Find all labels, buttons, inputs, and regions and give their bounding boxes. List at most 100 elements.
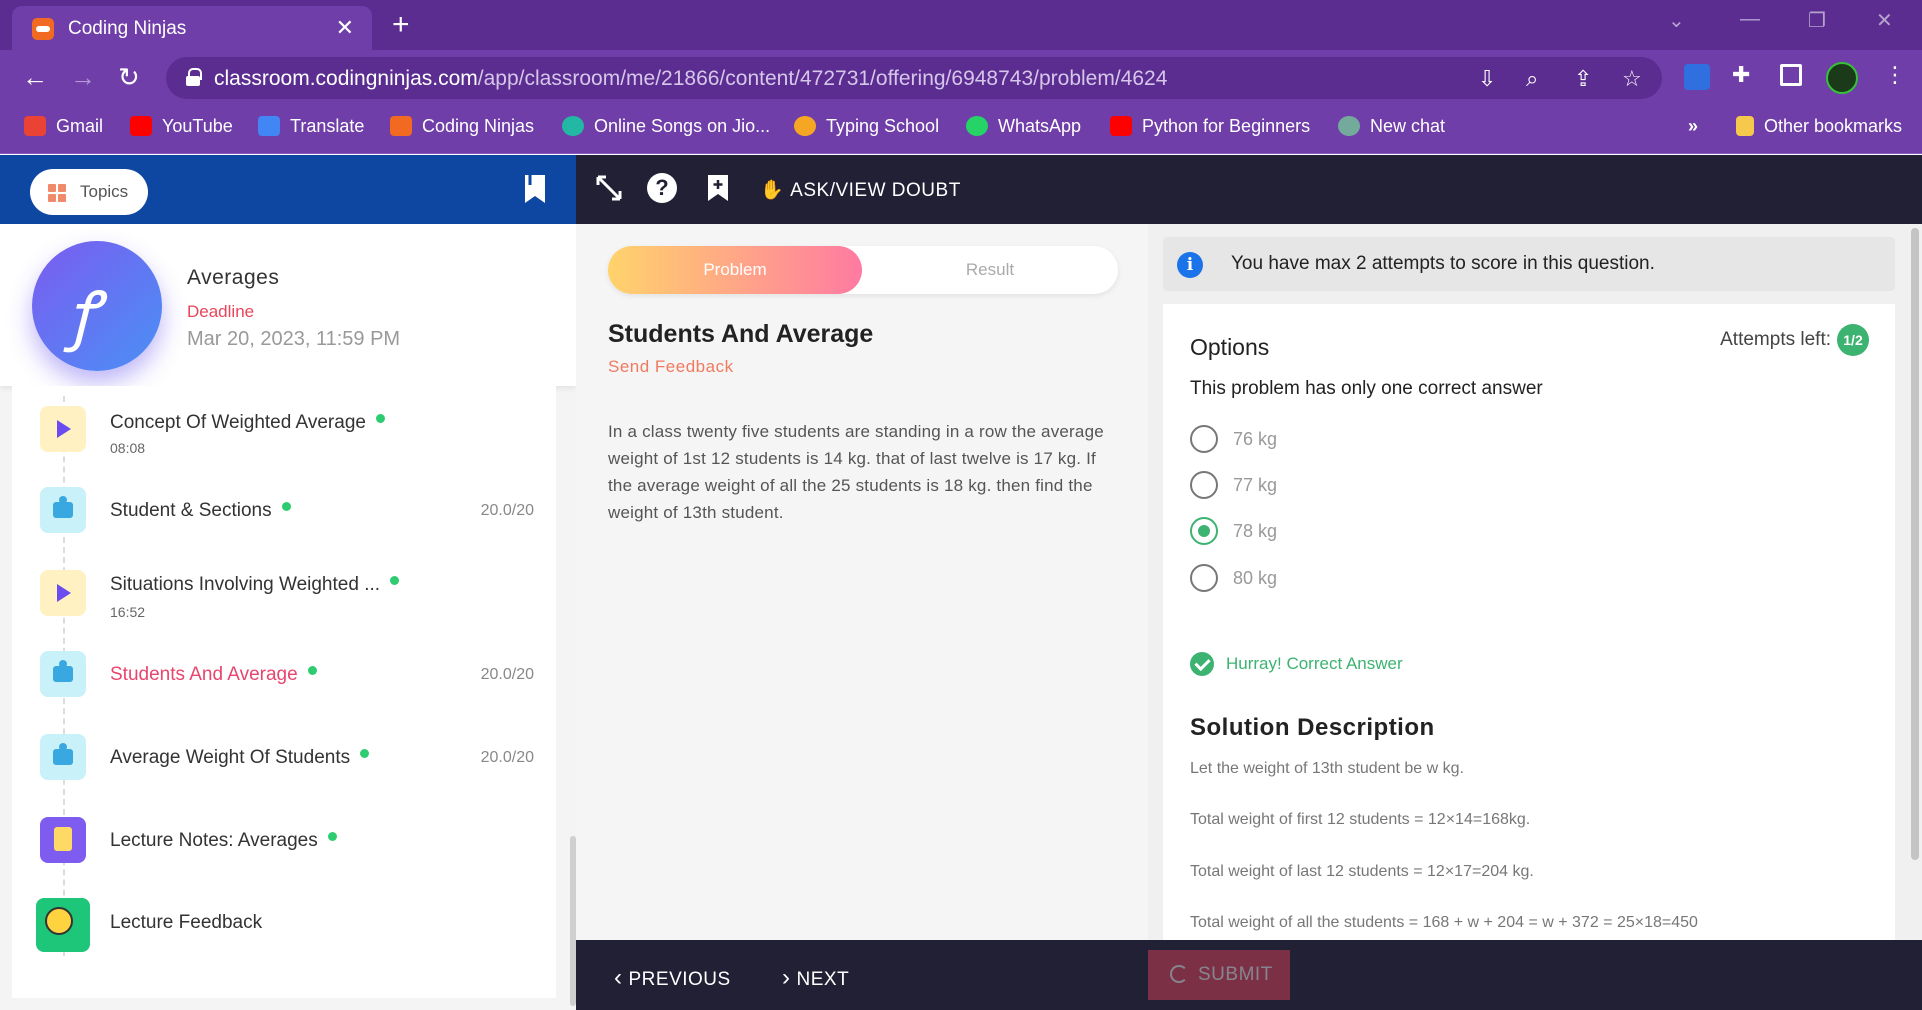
puzzle-icon (40, 734, 86, 780)
extensions-puzzle-icon[interactable]: ✚ (1732, 62, 1750, 88)
send-feedback-link[interactable]: Send Feedback (608, 357, 734, 377)
options-note: This problem has only one correct answer (1190, 378, 1543, 399)
zoom-icon[interactable]: ⌕ (1526, 66, 1538, 92)
extension-icon[interactable] (1684, 64, 1710, 90)
bookmark-translate[interactable]: Translate (258, 116, 364, 137)
bookmark-whatsapp[interactable]: WhatsApp (966, 116, 1081, 137)
score: 20.0/20 (480, 749, 534, 766)
topics-label: Topics (80, 182, 129, 201)
bookmark-star-icon[interactable]: ☆ (1622, 66, 1642, 92)
browser-tab[interactable]: Coding Ninjas ✕ (12, 6, 372, 50)
bookmark-icon[interactable] (522, 173, 548, 205)
attempts-label: Attempts left: (1720, 329, 1831, 350)
help-icon[interactable]: ? (647, 173, 677, 203)
tab-result[interactable]: Result (862, 246, 1118, 294)
answer-panel: i You have max 2 attempts to score in th… (1148, 224, 1908, 940)
topics-button[interactable]: Topics (30, 169, 148, 215)
radio-button[interactable] (1190, 425, 1218, 453)
other-bookmarks[interactable]: Other bookmarks (1736, 116, 1902, 137)
tab-title: Coding Ninjas (68, 18, 187, 39)
list-item-lecture-feedback[interactable]: Lecture Feedback (12, 888, 556, 958)
list-item-concept-of-weighted-average[interactable]: Concept Of Weighted Average 08:08 (12, 396, 556, 466)
back-icon[interactable]: ← (22, 62, 48, 93)
topics-grid-icon (48, 184, 66, 202)
new-tab-icon[interactable]: + (392, 8, 410, 42)
course-card: ꝭ Averages Deadline Mar 20, 2023, 11:59 … (0, 224, 576, 386)
bookmark-typing-school[interactable]: Typing School (794, 116, 939, 137)
bookmarks-bar: Gmail YouTube Translate Coding Ninjas On… (0, 106, 1922, 154)
folder-icon (1736, 116, 1754, 136)
share-icon[interactable]: ⇪ (1574, 66, 1592, 92)
correct-answer-text: Hurray! Correct Answer (1226, 654, 1403, 673)
radio-button[interactable] (1190, 471, 1218, 499)
bookmark-coding-ninjas[interactable]: Coding Ninjas (390, 116, 534, 137)
problem-title: Students And Average (608, 320, 874, 348)
radio-button-selected[interactable] (1190, 517, 1218, 545)
add-bookmark-icon[interactable] (706, 173, 730, 203)
bookmark-new-chat[interactable]: New chat (1338, 116, 1445, 137)
side-panel-icon[interactable] (1780, 64, 1802, 86)
bookmark-python-for-beginners[interactable]: Python for Beginners (1110, 116, 1310, 137)
lock-icon (186, 68, 202, 86)
install-app-icon[interactable]: ⇩ (1478, 66, 1496, 92)
info-icon: i (1177, 252, 1203, 278)
url-bar[interactable]: classroom.codingninjas.com/app/classroom… (166, 57, 1662, 99)
problem-panel: Problem Result Students And Average Send… (576, 224, 1148, 940)
translate-icon (258, 116, 280, 136)
scrollbar-thumb[interactable] (1911, 228, 1919, 860)
problem-result-toggle: Problem Result (608, 246, 1118, 294)
forward-icon[interactable]: → (70, 62, 96, 93)
video-icon (40, 406, 86, 452)
list-item-lecture-notes[interactable]: Lecture Notes: Averages (12, 807, 556, 877)
list-item-situations-involving-weighted[interactable]: Situations Involving Weighted ... 16:52 (12, 558, 556, 628)
problem-toolbar: ? ✋ ASK/VIEW DOUBT (576, 155, 1922, 224)
check-circle-icon (1190, 652, 1214, 676)
completed-dot-icon (375, 414, 385, 423)
sidebar-header: Topics (0, 155, 576, 224)
tab-search-icon[interactable]: ⌄ (1668, 8, 1685, 33)
list-item-students-and-average[interactable]: Students And Average 20.0/20 (12, 641, 556, 711)
notes-icon (40, 817, 86, 863)
list-item-label: Average Weight Of Students (110, 747, 351, 768)
list-item-label: Lecture Feedback (110, 912, 263, 933)
next-button[interactable]: › NEXT (782, 964, 849, 992)
submit-label: SUBMIT (1198, 964, 1273, 985)
close-tab-icon[interactable]: ✕ (336, 15, 354, 41)
coding-ninjas-favicon-icon (32, 18, 54, 40)
restore-icon[interactable]: ❐ (1808, 8, 1826, 33)
problem-statement: In a class twenty five students are stan… (608, 422, 1104, 522)
ask-view-doubt-button[interactable]: ✋ ASK/VIEW DOUBT (760, 178, 961, 202)
bookmark-youtube[interactable]: YouTube (130, 116, 233, 137)
solution-title: Solution Description (1190, 714, 1435, 741)
list-item-label: Student & Sections (110, 500, 272, 521)
jiosaavn-icon (562, 116, 584, 136)
menu-kebab-icon[interactable]: ⋮ (1884, 62, 1906, 88)
content-list: Concept Of Weighted Average 08:08 Studen… (12, 386, 556, 998)
list-item-student-and-sections[interactable]: Student & Sections 20.0/20 (12, 477, 556, 547)
close-window-icon[interactable]: ✕ (1876, 8, 1893, 33)
option-label: 80 kg (1233, 568, 1278, 588)
profile-avatar[interactable] (1826, 62, 1858, 94)
previous-label: PREVIOUS (628, 969, 731, 990)
tab-problem[interactable]: Problem (608, 246, 862, 294)
more-bookmarks-icon[interactable]: » (1688, 116, 1698, 137)
radio-button[interactable] (1190, 564, 1218, 592)
video-icon (40, 570, 86, 616)
list-item-label: Concept Of Weighted Average (110, 412, 366, 433)
minimize-icon[interactable]: — (1740, 8, 1760, 31)
previous-button[interactable]: ‹ PREVIOUS (614, 964, 731, 992)
reload-icon[interactable]: ↻ (118, 62, 140, 93)
option-label: 78 kg (1233, 521, 1278, 541)
completed-dot-icon (281, 502, 291, 511)
answer-scrollbar[interactable] (1908, 224, 1922, 940)
list-item-average-weight-of-students[interactable]: Average Weight Of Students 20.0/20 (12, 724, 556, 794)
bookmark-jiosaavn[interactable]: Online Songs on Jio... (562, 116, 770, 137)
expand-icon[interactable] (594, 173, 624, 203)
submit-button[interactable]: SUBMIT (1148, 950, 1290, 1000)
deadline-date: Mar 20, 2023, 11:59 PM (187, 328, 401, 350)
attempts-badge: 1/2 (1837, 324, 1869, 356)
completed-dot-icon (390, 576, 400, 585)
bookmark-gmail[interactable]: Gmail (24, 116, 103, 137)
gmail-icon (24, 116, 46, 136)
puzzle-icon (40, 487, 86, 533)
